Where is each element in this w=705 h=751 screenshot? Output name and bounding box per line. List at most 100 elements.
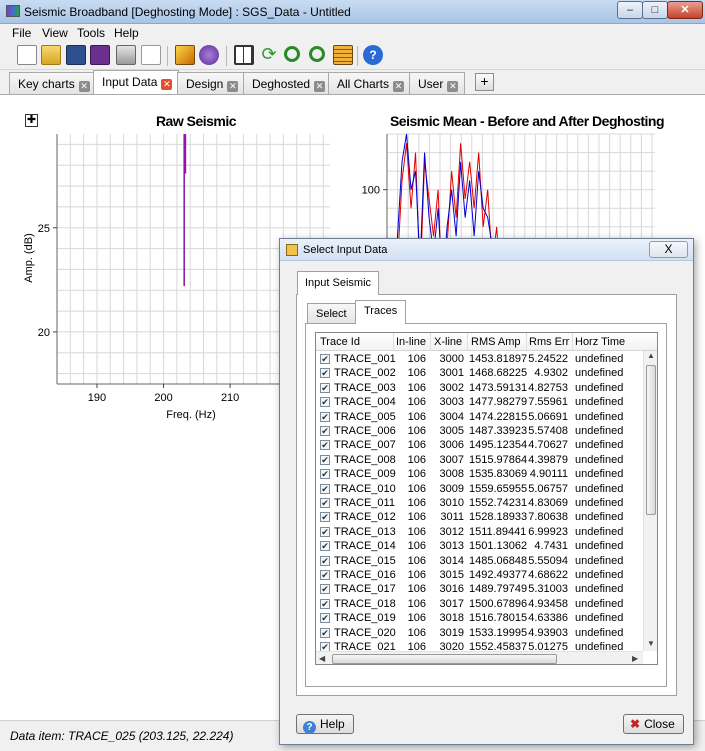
- tab-traces[interactable]: Traces: [355, 300, 407, 324]
- tab-input-data[interactable]: Input Data ✕: [93, 70, 180, 95]
- menu-file[interactable]: File: [12, 26, 31, 40]
- tab-close-icon[interactable]: ✕: [161, 79, 173, 90]
- close-button[interactable]: ✖ Close: [623, 714, 684, 734]
- row-checkbox[interactable]: ✔: [320, 426, 330, 436]
- table-row[interactable]: ✔ TRACE_003 106 3002 1473.59131 4.82753 undefi…: [316, 381, 643, 395]
- save-icon[interactable]: [66, 45, 86, 65]
- scroll-up-icon[interactable]: ▲: [647, 351, 655, 360]
- tab-close-icon[interactable]: ✕: [314, 81, 326, 92]
- table-row[interactable]: ✔ TRACE_017 106 3016 1489.79749 5.31003 undefi…: [316, 582, 643, 596]
- menu-view[interactable]: View: [42, 26, 68, 40]
- tab-design[interactable]: Design ✕: [177, 72, 246, 94]
- table-row[interactable]: ✔ TRACE_006 106 3005 1487.33923 5.57408 undefi…: [316, 424, 643, 438]
- table-row[interactable]: ✔ TRACE_004 106 3003 1477.98279 7.55961 undefi…: [316, 395, 643, 409]
- vertical-scrollbar[interactable]: ▲ ▼: [643, 351, 657, 651]
- row-checkbox[interactable]: ✔: [320, 541, 330, 552]
- tab-user[interactable]: User ✕: [409, 72, 466, 94]
- row-checkbox[interactable]: ✔: [320, 613, 330, 624]
- refresh-icon[interactable]: ⟳: [259, 45, 279, 65]
- zoom-out-icon[interactable]: [309, 46, 325, 62]
- row-checkbox[interactable]: ✔: [320, 469, 330, 480]
- add-tab-button[interactable]: +: [475, 73, 494, 91]
- row-checkbox[interactable]: ✔: [320, 555, 330, 566]
- table-row[interactable]: ✔ TRACE_015 106 3014 1485.06848 5.55094 undefi…: [316, 554, 643, 568]
- row-checkbox[interactable]: ✔: [320, 382, 330, 393]
- table-row[interactable]: ✔ TRACE_020 106 3019 1533.19995 4.93903 undefi…: [316, 626, 643, 640]
- scroll-left-icon[interactable]: ◀: [319, 654, 325, 663]
- scroll-right-icon[interactable]: ▶: [632, 654, 638, 663]
- report-icon[interactable]: [141, 45, 161, 65]
- table-row[interactable]: ✔ TRACE_010 106 3009 1559.65955 5.06757 undefi…: [316, 482, 643, 496]
- help-button[interactable]: ? Help: [296, 714, 354, 734]
- wizard-icon[interactable]: [175, 45, 195, 65]
- table-row[interactable]: ✔ TRACE_002 106 3001 1468.68225 4.9302 undefin…: [316, 366, 643, 380]
- tab-close-icon[interactable]: ✕: [393, 81, 405, 92]
- tab-close-icon[interactable]: ✕: [78, 81, 90, 92]
- dialog-titlebar: Select Input Data X: [280, 239, 693, 261]
- row-checkbox[interactable]: ✔: [320, 354, 330, 364]
- column-header-trace-id[interactable]: Trace Id: [320, 336, 360, 348]
- tab-key-charts[interactable]: Key charts ✕: [9, 72, 97, 94]
- column-header-rms-err[interactable]: Rms Err: [529, 336, 569, 348]
- column-divider[interactable]: [467, 333, 468, 350]
- row-checkbox[interactable]: ✔: [320, 368, 330, 379]
- menu-help[interactable]: Help: [114, 26, 139, 40]
- row-checkbox[interactable]: ✔: [320, 483, 330, 494]
- horizontal-scrollbar[interactable]: ◀ ▶: [316, 651, 643, 664]
- layers-icon[interactable]: [333, 45, 353, 65]
- table-row[interactable]: ✔ TRACE_009 106 3008 1535.83069 4.90111 undefi…: [316, 467, 643, 481]
- tab-select[interactable]: Select: [307, 303, 356, 323]
- close-window-button[interactable]: ✕: [667, 1, 703, 19]
- row-checkbox[interactable]: ✔: [320, 454, 330, 465]
- row-checkbox[interactable]: ✔: [320, 440, 330, 451]
- column-header-rms-amp[interactable]: RMS Amp: [471, 336, 521, 348]
- tab-input-seismic[interactable]: Input Seismic: [297, 271, 380, 295]
- column-divider[interactable]: [572, 333, 573, 350]
- column-divider[interactable]: [393, 333, 394, 350]
- table-row[interactable]: ✔ TRACE_008 106 3007 1515.97864 4.39879 undefi…: [316, 453, 643, 467]
- new-file-icon[interactable]: [17, 45, 37, 65]
- row-checkbox[interactable]: ✔: [320, 411, 330, 422]
- table-row[interactable]: ✔ TRACE_014 106 3013 1501.13062 4.7431 undefin…: [316, 539, 643, 553]
- help-icon[interactable]: ?: [363, 45, 383, 65]
- column-divider[interactable]: [526, 333, 527, 350]
- gears-icon[interactable]: [199, 45, 219, 65]
- row-checkbox[interactable]: ✔: [320, 498, 330, 508]
- open-folder-icon[interactable]: [41, 45, 61, 65]
- row-checkbox[interactable]: ✔: [320, 397, 330, 408]
- row-checkbox[interactable]: ✔: [320, 598, 330, 609]
- scroll-thumb[interactable]: [332, 654, 557, 664]
- table-row[interactable]: ✔ TRACE_001 106 3000 1453.81897 5.24522 undefi…: [316, 352, 643, 366]
- column-header-horz-time[interactable]: Horz Time: [575, 336, 625, 348]
- table-row[interactable]: ✔ TRACE_019 106 3018 1516.78015 4.63386 undefi…: [316, 611, 643, 625]
- table-row[interactable]: ✔ TRACE_016 106 3015 1492.49377 4.68622 undefi…: [316, 568, 643, 582]
- menu-tools[interactable]: Tools: [77, 26, 105, 40]
- table-row[interactable]: ✔ TRACE_013 106 3012 1511.89441 6.99923 undefi…: [316, 525, 643, 539]
- tab-close-icon[interactable]: ✕: [227, 81, 239, 92]
- tab-close-icon[interactable]: ✕: [447, 81, 459, 92]
- column-divider[interactable]: [430, 333, 431, 350]
- column-header-inline[interactable]: In-line: [396, 336, 426, 348]
- grid-layout-icon[interactable]: [234, 45, 254, 65]
- table-row[interactable]: ✔ TRACE_007 106 3006 1495.12354 4.70627 undefi…: [316, 438, 643, 452]
- print-icon[interactable]: [116, 45, 136, 65]
- scroll-down-icon[interactable]: ▼: [647, 639, 655, 648]
- table-row[interactable]: ✔ TRACE_012 106 3011 1528.18933 7.80638 undefi…: [316, 510, 643, 524]
- row-checkbox[interactable]: ✔: [320, 526, 330, 537]
- table-row[interactable]: ✔ TRACE_018 106 3017 1500.67896 4.93458 undefi…: [316, 597, 643, 611]
- table-row[interactable]: ✔ TRACE_011 106 3010 1552.74231 4.83069 undefi…: [316, 496, 643, 510]
- table-row[interactable]: ✔ TRACE_005 106 3004 1474.22815 5.06691 undefi…: [316, 410, 643, 424]
- tab-all-charts[interactable]: All Charts ✕: [328, 72, 412, 94]
- row-checkbox[interactable]: ✔: [320, 512, 330, 523]
- row-checkbox[interactable]: ✔: [320, 627, 330, 638]
- maximize-button[interactable]: □: [642, 1, 668, 19]
- tab-deghosted[interactable]: Deghosted ✕: [243, 72, 333, 94]
- dialog-close-button[interactable]: X: [649, 241, 688, 258]
- minimize-button[interactable]: –: [617, 1, 643, 19]
- scroll-thumb[interactable]: [646, 365, 656, 515]
- zoom-in-icon[interactable]: [284, 46, 300, 62]
- row-checkbox[interactable]: ✔: [320, 570, 330, 580]
- save-as-icon[interactable]: [90, 45, 110, 65]
- column-header-xline[interactable]: X-line: [434, 336, 462, 348]
- row-checkbox[interactable]: ✔: [320, 584, 330, 595]
